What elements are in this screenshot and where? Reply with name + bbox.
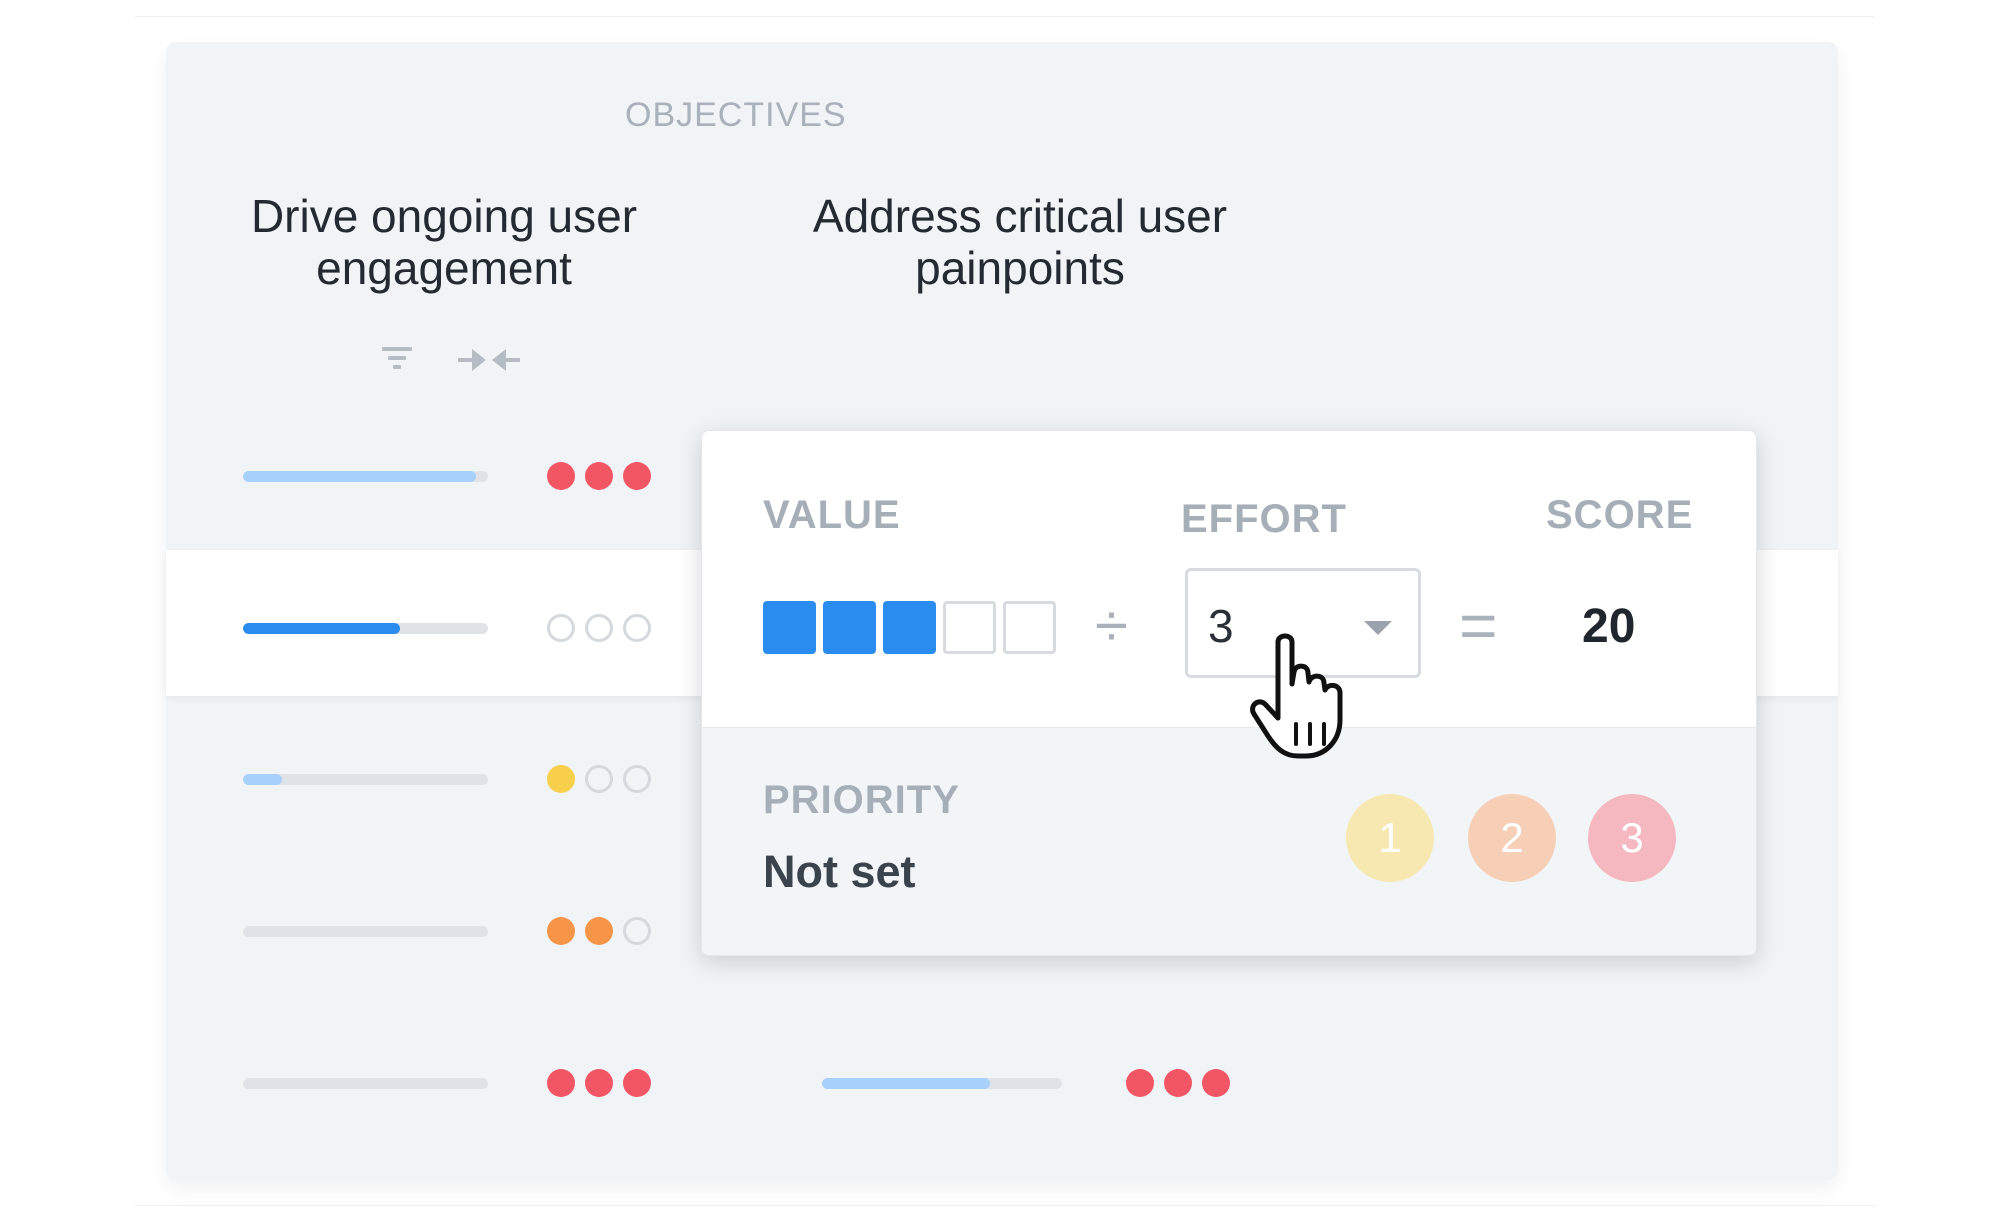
priority-dots[interactable] (547, 917, 651, 945)
priority-dot (1164, 1069, 1192, 1097)
progress-bar (243, 926, 488, 937)
priority-dot (547, 614, 575, 642)
effort-select-value: 3 (1208, 600, 1234, 652)
progress-bar (822, 1078, 1062, 1089)
priority-option-2[interactable]: 2 (1468, 794, 1556, 882)
priority-dot (623, 917, 651, 945)
value-rating-square[interactable] (763, 601, 816, 654)
priority-dot (623, 614, 651, 642)
priority-option-label: 2 (1500, 814, 1524, 861)
progress-bar-fill (243, 774, 283, 785)
priority-dot (547, 765, 575, 793)
value-label: VALUE (763, 493, 901, 537)
score-value: 20 (1582, 600, 1636, 653)
objectives-section-title: OBJECTIVES (625, 96, 847, 134)
collapse-icon[interactable] (456, 343, 522, 377)
objective-title-line: engagement (316, 242, 572, 294)
progress-bar (243, 471, 488, 482)
objective-title-line: painpoints (915, 242, 1125, 294)
bottom-divider (135, 1205, 1875, 1206)
priority-option-1[interactable]: 1 (1346, 794, 1434, 882)
objective-column-header[interactable]: Address critical user painpoints (790, 190, 1250, 294)
priority-dot (623, 1069, 651, 1097)
priority-section: PRIORITY Not set 1 2 3 (702, 727, 1756, 955)
priority-option-3[interactable]: 3 (1588, 794, 1676, 882)
divide-icon: ÷ (1095, 592, 1128, 659)
scoring-popover: VALUE EFFORT SCORE ÷ 3 = 20 PRIORITY Not… (701, 430, 1757, 956)
priority-dots[interactable] (547, 462, 651, 490)
objective-column-header[interactable]: Drive ongoing user engagement (214, 190, 674, 294)
priority-dot (547, 1069, 575, 1097)
priority-option-label: 3 (1620, 814, 1644, 861)
progress-bar-fill (822, 1078, 990, 1089)
priority-dot (1202, 1069, 1230, 1097)
chevron-down-icon (1364, 621, 1392, 635)
priority-dot (585, 765, 613, 793)
progress-bar (243, 774, 488, 785)
progress-bar-fill (243, 471, 476, 482)
objective-title-line: Address critical user (812, 190, 1228, 242)
value-rating-square[interactable] (823, 601, 876, 654)
progress-bar-fill (243, 623, 400, 634)
hand-cursor-icon (1250, 633, 1343, 759)
score-label: SCORE (1546, 493, 1694, 537)
objective-title-line: Drive ongoing user (250, 190, 638, 242)
progress-bar (243, 1078, 488, 1089)
priority-dot (623, 765, 651, 793)
priority-dot (585, 1069, 613, 1097)
equals-icon: = (1459, 588, 1498, 662)
priority-dots[interactable] (1126, 1069, 1230, 1097)
priority-dot (585, 614, 613, 642)
priority-dot (585, 917, 613, 945)
priority-dot (547, 462, 575, 490)
top-divider (135, 16, 1875, 17)
priority-dot (585, 462, 613, 490)
value-rating-square[interactable] (883, 601, 936, 654)
priority-label: PRIORITY (763, 778, 960, 822)
priority-option-label: 1 (1378, 814, 1402, 861)
priority-value: Not set (763, 846, 916, 897)
filter-icon[interactable] (380, 343, 414, 377)
effort-label: EFFORT (1181, 497, 1347, 541)
priority-dots[interactable] (547, 1069, 651, 1097)
progress-bar (243, 623, 488, 634)
priority-dot (1126, 1069, 1154, 1097)
priority-dots[interactable] (547, 765, 651, 793)
priority-dot (623, 462, 651, 490)
value-rating-square[interactable] (943, 601, 996, 654)
priority-dot (547, 917, 575, 945)
value-rating-square[interactable] (1003, 601, 1056, 654)
priority-dots[interactable] (547, 614, 651, 642)
